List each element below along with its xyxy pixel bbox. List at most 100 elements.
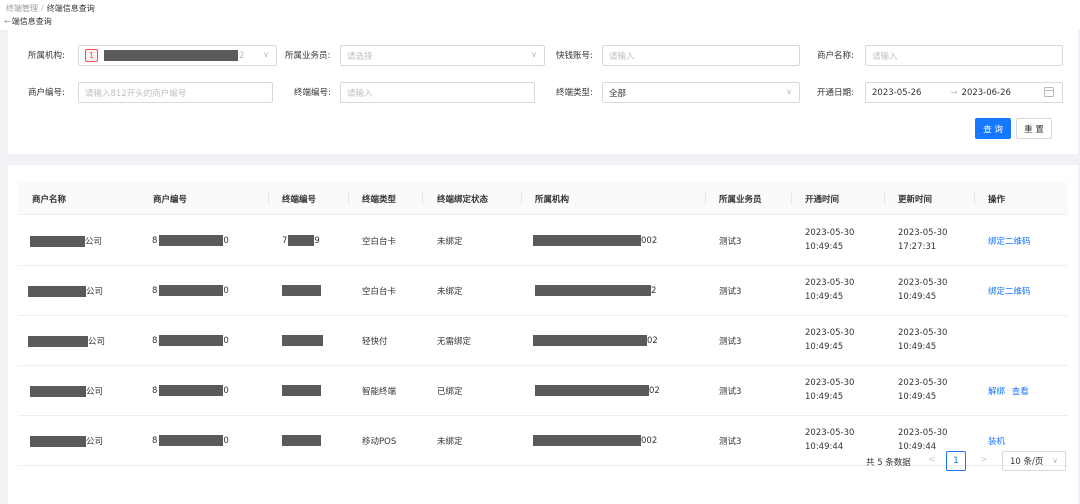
row-actions: 解绑 查看 bbox=[988, 385, 1029, 397]
org-select[interactable]: 1 2 ∨ bbox=[78, 45, 277, 66]
salesman-select[interactable]: 请选择 ∨ bbox=[340, 45, 545, 66]
merchant-name-cell: 公司 bbox=[30, 435, 103, 447]
reset-button[interactable]: 重 置 bbox=[1016, 118, 1052, 139]
org-label: 所属机构: bbox=[28, 51, 65, 61]
bind-status-cell: 未绑定 bbox=[437, 237, 463, 247]
terminal-no-cell bbox=[282, 335, 323, 346]
redacted-org bbox=[104, 50, 238, 61]
merchant-no-cell: 80 bbox=[152, 235, 229, 246]
merchant-no-label: 商户编号: bbox=[28, 88, 65, 98]
open-date-end: 2023-06-26 bbox=[961, 87, 1011, 98]
terminal-no-cell bbox=[282, 385, 321, 396]
table-header: 商户名称 商户编号 终端编号 终端类型 终端绑定状态 所属机构 所属业务员 开通… bbox=[18, 182, 1068, 215]
terminal-type-cell: 轻快付 bbox=[362, 337, 388, 347]
terminal-no-cell bbox=[282, 435, 321, 446]
org-cell: 2 bbox=[535, 285, 656, 296]
page-header: 终端管理 / 终端信息查询 ←端信息查询 bbox=[0, 0, 1080, 30]
merchant-no-cell: 80 bbox=[152, 285, 229, 296]
org-tag: 1 bbox=[85, 49, 98, 62]
page-size-select[interactable]: 10 条/页 ∨ bbox=[1002, 451, 1066, 471]
salesman-cell: 测试3 bbox=[719, 387, 742, 397]
update-time-cell: 2023-05-30 10:49:45 bbox=[898, 278, 948, 302]
bind-status-cell: 未绑定 bbox=[437, 437, 463, 447]
terminal-type-label: 终端类型: bbox=[556, 88, 593, 98]
open-time-cell: 2023-05-30 10:49:45 bbox=[805, 378, 855, 402]
filter-panel: 所属机构: 1 2 ∨ 所属业务员: 请选择 ∨ 快钱账号: 请输入 商户名称:… bbox=[8, 30, 1078, 154]
table-row: 公司 80 轻快付 无需绑定 02 测试3 2023-05-30 10:49:45… bbox=[18, 316, 1068, 366]
merchant-name-input[interactable]: 请输入 bbox=[865, 45, 1063, 66]
merchant-no-cell: 80 bbox=[152, 335, 229, 346]
merchant-no-input[interactable]: 请输入812开头的商户编号 bbox=[78, 82, 273, 103]
chevron-down-icon: ∨ bbox=[786, 87, 792, 96]
chevron-down-icon: ∨ bbox=[1052, 456, 1058, 465]
org-cell: 02 bbox=[533, 335, 658, 346]
salesman-cell: 测试3 bbox=[719, 237, 742, 247]
view-link[interactable]: 查看 bbox=[1012, 387, 1029, 397]
merchant-no-cell: 80 bbox=[152, 385, 229, 396]
bind-qrcode-link[interactable]: 绑定二维码 bbox=[988, 235, 1031, 247]
breadcrumb: 终端管理 / 终端信息查询 bbox=[6, 4, 95, 13]
col-merchant-name: 商户名称 bbox=[32, 195, 67, 205]
pagination: 共 5 条数据 < 1 > 10 条/页 ∨ bbox=[0, 451, 1080, 471]
kq-account-input[interactable]: 请输入 bbox=[602, 45, 800, 66]
open-date-range[interactable]: 2023-05-26 → 2023-06-26 bbox=[865, 82, 1063, 103]
install-link[interactable]: 装机 bbox=[988, 435, 1005, 447]
page-title: ←端信息查询 bbox=[4, 17, 52, 26]
terminal-type-cell: 空白台卡 bbox=[362, 287, 397, 297]
terminal-type-cell: 移动POS bbox=[362, 437, 397, 447]
terminal-no-input[interactable]: 请输入 bbox=[340, 82, 535, 103]
page-1-button[interactable]: 1 bbox=[946, 451, 966, 471]
org-cell: 002 bbox=[533, 435, 657, 446]
open-time-cell: 2023-05-30 10:49:44 bbox=[805, 428, 855, 452]
unbind-link[interactable]: 解绑 bbox=[988, 387, 1005, 397]
breadcrumb-current: 终端信息查询 bbox=[46, 4, 95, 13]
back-arrow-icon[interactable]: ← bbox=[4, 17, 11, 26]
total-count: 共 5 条数据 bbox=[866, 458, 911, 468]
salesman-cell: 测试3 bbox=[719, 437, 742, 447]
col-actions: 操作 bbox=[988, 195, 1006, 205]
prev-page-icon[interactable]: < bbox=[928, 455, 936, 465]
query-button[interactable]: 查 询 bbox=[975, 118, 1011, 139]
open-time-cell: 2023-05-30 10:49:45 bbox=[805, 278, 855, 302]
terminal-no-cell bbox=[282, 285, 321, 296]
open-date-start: 2023-05-26 bbox=[872, 87, 922, 98]
merchant-name-label: 商户名称: bbox=[817, 51, 854, 61]
merchant-name-cell: 公司 bbox=[28, 285, 103, 297]
col-bind-status: 终端绑定状态 bbox=[437, 195, 489, 205]
col-open-time: 开通时间 bbox=[805, 195, 840, 205]
salesman-cell: 测试3 bbox=[719, 287, 742, 297]
table-row: 公司 80 智能终端 已绑定 02 测试3 2023-05-30 10:49:45… bbox=[18, 366, 1068, 416]
terminal-type-select[interactable]: 全部 ∨ bbox=[602, 82, 800, 103]
update-time-cell: 2023-05-30 10:49:45 bbox=[898, 378, 948, 402]
next-page-icon[interactable]: > bbox=[980, 455, 988, 465]
bind-status-cell: 已绑定 bbox=[437, 387, 463, 397]
calendar-icon bbox=[1044, 87, 1054, 97]
col-update-time: 更新时间 bbox=[898, 195, 933, 205]
org-cell: 02 bbox=[535, 385, 660, 396]
kq-account-label: 快钱账号: bbox=[556, 51, 593, 61]
col-org: 所属机构 bbox=[535, 195, 570, 205]
bind-status-cell: 未绑定 bbox=[437, 287, 463, 297]
terminal-type-cell: 智能终端 bbox=[362, 387, 397, 397]
col-salesman: 所属业务员 bbox=[719, 195, 762, 205]
merchant-name-cell: 公司 bbox=[30, 235, 102, 247]
table-row: 公司 80 79 空白台卡 未绑定 002 测试3 2023-05-30 10:4… bbox=[18, 216, 1068, 266]
org-cell: 002 bbox=[533, 235, 657, 246]
chevron-down-icon: ∨ bbox=[531, 50, 537, 59]
salesman-cell: 测试3 bbox=[719, 337, 742, 347]
terminal-no-label: 终端编号: bbox=[294, 88, 331, 98]
salesman-label: 所属业务员: bbox=[285, 51, 331, 61]
update-time-cell: 2023-05-30 17:27:31 bbox=[898, 228, 948, 252]
open-date-label: 开通日期: bbox=[817, 88, 854, 98]
merchant-name-cell: 公司 bbox=[28, 335, 105, 347]
terminal-no-cell: 79 bbox=[282, 235, 320, 246]
bind-qrcode-link[interactable]: 绑定二维码 bbox=[988, 285, 1031, 297]
col-merchant-no: 商户编号 bbox=[153, 195, 188, 205]
table-row: 公司 80 空白台卡 未绑定 2 测试3 2023-05-30 10:49:45 … bbox=[18, 266, 1068, 316]
bind-status-cell: 无需绑定 bbox=[437, 337, 472, 347]
col-terminal-type: 终端类型 bbox=[362, 195, 397, 205]
breadcrumb-parent[interactable]: 终端管理 bbox=[6, 4, 38, 13]
update-time-cell: 2023-05-30 10:49:44 bbox=[898, 428, 948, 452]
update-time-cell: 2023-05-30 10:49:45 bbox=[898, 328, 948, 352]
range-arrow-icon: → bbox=[950, 87, 958, 98]
